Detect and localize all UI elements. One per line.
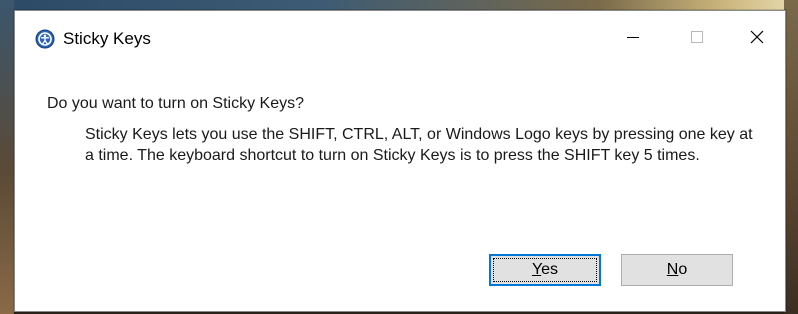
no-label-rest: o [678,261,688,278]
yes-button[interactable]: Yes [489,254,601,286]
no-accelerator: N [666,261,679,278]
ease-of-access-icon [35,29,55,49]
desktop-strip-top [0,0,798,10]
desktop-strip-right [784,0,798,314]
yes-accelerator: Y [531,261,542,278]
sticky-keys-dialog: Sticky Keys Do you want to turn on Stick… [14,10,786,312]
dialog-question: Do you want to turn on Sticky Keys? [47,95,305,112]
dialog-description: Sticky Keys lets you use the SHIFT, CTRL… [85,126,753,164]
minimize-icon [627,31,639,43]
yes-button-label: Yes [532,261,558,279]
close-icon [750,30,764,44]
title-bar[interactable]: Sticky Keys [15,11,785,63]
minimize-button[interactable] [601,11,665,63]
yes-label-rest: es [541,261,559,278]
window-title: Sticky Keys [63,29,151,48]
desktop-strip-left [0,0,14,314]
maximize-button[interactable] [665,11,729,63]
close-button[interactable] [729,11,785,63]
no-button-label: No [667,261,687,279]
maximize-icon [691,31,703,43]
no-button[interactable]: No [621,254,733,286]
